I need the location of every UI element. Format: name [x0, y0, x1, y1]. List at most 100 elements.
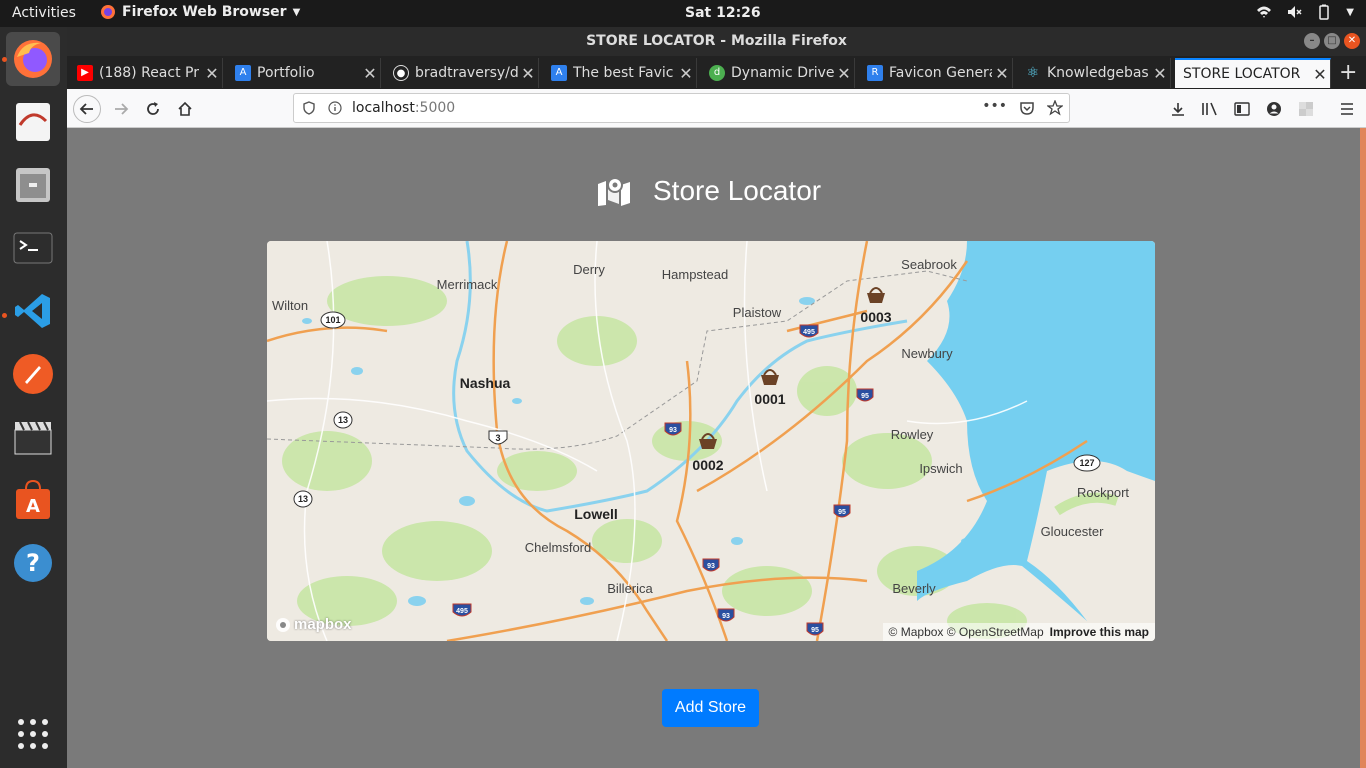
svg-text:127: 127: [1079, 458, 1094, 468]
dock-help[interactable]: ?: [6, 536, 60, 590]
terminal-icon: [13, 232, 53, 264]
place-lowell: Lowell: [574, 506, 618, 522]
a-letter-icon: A: [551, 65, 567, 81]
place-beverly: Beverly: [892, 581, 936, 596]
store-label: 0002: [692, 457, 723, 473]
url-bar[interactable]: localhost:5000 •••: [293, 93, 1070, 123]
store-map[interactable]: Derry Hampstead Seabrook Merrimack Wilto…: [267, 241, 1155, 641]
navigation-toolbar: localhost:5000 •••: [67, 89, 1366, 128]
close-tab-icon[interactable]: ✕: [202, 64, 222, 83]
svg-text:495: 495: [456, 608, 468, 615]
dock-files[interactable]: [6, 158, 60, 212]
tab-best-favicon[interactable]: A The best Favic ✕: [541, 58, 697, 88]
chevron-down-icon[interactable]: ▼: [1346, 7, 1354, 18]
dock-terminal[interactable]: [6, 221, 60, 275]
svg-text:93: 93: [669, 427, 677, 434]
shield-icon[interactable]: [302, 101, 316, 115]
interstate-shield: 93: [717, 608, 735, 622]
tab-label: Knowledgebas: [1047, 65, 1149, 81]
tab-favicon-generator[interactable]: R Favicon Genera ✕: [857, 58, 1013, 88]
reload-icon: [147, 102, 159, 115]
improve-map-link[interactable]: Improve this map: [1050, 625, 1149, 639]
close-tab-icon[interactable]: ✕: [992, 64, 1012, 83]
tab-youtube[interactable]: ▶ (188) React Pr ✕: [67, 58, 223, 88]
svg-text:95: 95: [811, 627, 819, 634]
bookmark-star-icon[interactable]: [1047, 100, 1063, 116]
dock-libreoffice-writer[interactable]: [6, 95, 60, 149]
tab-store-locator[interactable]: STORE LOCATOR ✕: [1175, 58, 1331, 88]
tab-strip: ▶ (188) React Pr ✕ A Portfolio ✕ ● bradt…: [67, 56, 1366, 89]
app-menu[interactable]: Firefox Web Browser ▼: [100, 4, 300, 20]
close-tab-icon[interactable]: ✕: [360, 64, 380, 83]
app-grid-icon: [18, 719, 48, 749]
dd-icon: d: [709, 65, 725, 81]
attribution-text[interactable]: © Mapbox © OpenStreetMap: [889, 625, 1044, 639]
place-chelmsford: Chelmsford: [525, 540, 591, 555]
minimize-button[interactable]: –: [1304, 33, 1320, 49]
place-wilton: Wilton: [272, 298, 308, 313]
back-button[interactable]: [73, 95, 101, 123]
dock-vscode[interactable]: [6, 284, 60, 338]
home-button[interactable]: [171, 95, 199, 123]
forward-button[interactable]: [107, 95, 135, 123]
tab-knowledgebase[interactable]: ⚛ Knowledgebas ✕: [1015, 58, 1171, 88]
mapbox-logo[interactable]: mapbox: [275, 616, 352, 633]
add-store-button[interactable]: Add Store: [662, 689, 759, 727]
tab-portfolio[interactable]: A Portfolio ✕: [225, 58, 381, 88]
maximize-button[interactable]: □: [1324, 33, 1340, 49]
place-merrimack: Merrimack: [437, 277, 498, 292]
dock-software-center[interactable]: A: [6, 473, 60, 527]
download-icon[interactable]: [1170, 101, 1186, 117]
arrow-left-icon: [79, 103, 93, 115]
close-tab-icon[interactable]: ✕: [1310, 65, 1330, 84]
document-icon: [16, 103, 50, 141]
close-tab-icon[interactable]: ✕: [834, 64, 854, 83]
close-tab-icon[interactable]: ✕: [518, 64, 538, 83]
wifi-icon[interactable]: [1256, 4, 1272, 20]
hamburger-menu-icon[interactable]: [1339, 101, 1355, 117]
page-scrollbar[interactable]: [1360, 128, 1366, 768]
sidebar-icon[interactable]: [1234, 101, 1250, 117]
volume-muted-icon[interactable]: [1286, 4, 1302, 20]
dock-postman[interactable]: [6, 347, 60, 401]
show-applications-button[interactable]: [6, 707, 60, 761]
shopping-bag-icon: A: [16, 479, 50, 519]
system-top-bar: Activities Firefox Web Browser ▼ Sat 12:…: [0, 0, 1366, 27]
map-icon: [598, 177, 630, 206]
extension-icon[interactable]: [1298, 101, 1314, 117]
tab-label: The best Favic: [573, 65, 674, 81]
library-icon[interactable]: [1201, 101, 1219, 117]
clock[interactable]: Sat 12:26: [685, 5, 761, 21]
scrollbar-thumb[interactable]: [1360, 128, 1366, 768]
close-tab-icon[interactable]: ✕: [1150, 64, 1170, 83]
tab-label: bradtraversy/d: [415, 65, 518, 81]
route-shield: 13: [293, 490, 313, 508]
activities-button[interactable]: Activities: [12, 5, 76, 21]
page-actions-icon[interactable]: •••: [982, 98, 1007, 114]
dock-firefox[interactable]: [6, 32, 60, 86]
chevron-down-icon: ▼: [292, 6, 301, 18]
dock-video-editor[interactable]: [6, 410, 60, 464]
route-shield: 101: [320, 311, 346, 329]
info-icon[interactable]: [328, 101, 342, 115]
battery-icon[interactable]: [1316, 4, 1332, 20]
postman-icon: [13, 354, 53, 394]
page-heading: Store Locator: [597, 175, 821, 207]
reload-button[interactable]: [139, 95, 167, 123]
place-newbury: Newbury: [901, 346, 953, 361]
a-letter-icon: A: [235, 65, 251, 81]
account-icon[interactable]: [1266, 101, 1282, 117]
place-rockport: Rockport: [1077, 485, 1129, 500]
tab-dynamic-drive[interactable]: d Dynamic Drive ✕: [699, 58, 855, 88]
page-title: Store Locator: [653, 175, 822, 206]
new-tab-button[interactable]: +: [1339, 60, 1357, 85]
tab-github[interactable]: ● bradtraversy/d ✕: [383, 58, 539, 88]
svg-text:A: A: [26, 496, 40, 517]
youtube-icon: ▶: [77, 65, 93, 81]
close-window-button[interactable]: ✕: [1344, 33, 1360, 49]
pocket-icon[interactable]: [1019, 100, 1035, 116]
map-attribution: © Mapbox © OpenStreetMap Improve this map: [882, 623, 1155, 641]
map-canvas[interactable]: Derry Hampstead Seabrook Merrimack Wilto…: [267, 241, 1155, 641]
place-hampstead: Hampstead: [662, 267, 728, 282]
close-tab-icon[interactable]: ✕: [676, 64, 696, 83]
